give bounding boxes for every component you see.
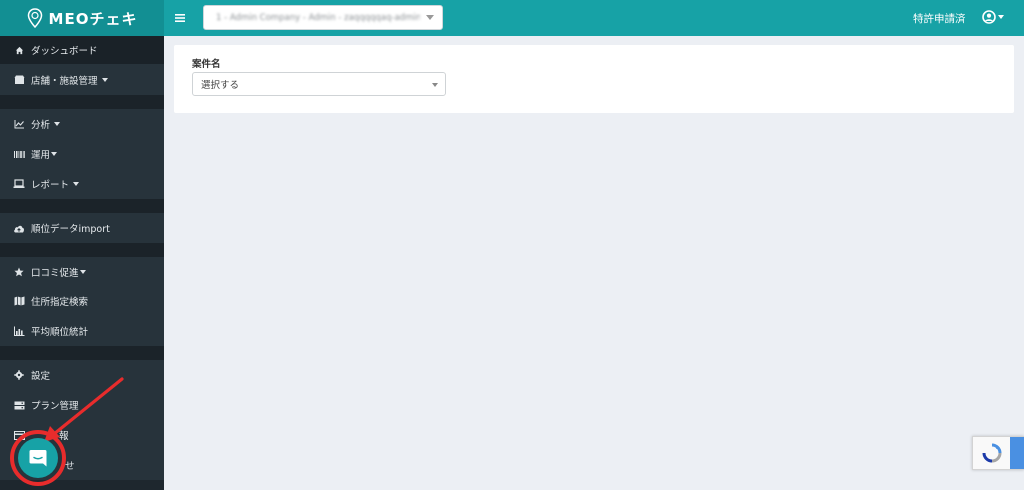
server-icon (13, 399, 25, 411)
sidebar-item-label: 住所指定検索 (31, 297, 89, 308)
caret-down-icon (51, 152, 58, 156)
sidebar-item-operations[interactable]: 運用 (0, 139, 164, 169)
recaptcha-logo (973, 437, 1010, 469)
recaptcha-icon (982, 443, 1002, 463)
top-navbar: MEOチェキ 1 - Admin Company - Admin - zaqqq… (0, 0, 1024, 36)
caret-down-icon (79, 269, 86, 274)
sidebar-item-label: せ (65, 461, 75, 472)
user-menu[interactable] (982, 7, 1006, 27)
company-select[interactable]: 1 - Admin Company - Admin - zaqqqqqaq-ad… (203, 5, 443, 30)
home-icon (13, 44, 25, 56)
sidebar-item-label: ダッシュボード (31, 46, 98, 57)
patent-pending-link[interactable]: 特許申請済 (913, 11, 966, 26)
gear-icon (13, 369, 25, 381)
sidebar-item-label: 分析 (31, 120, 51, 131)
sidebar-divider (0, 199, 164, 213)
sidebar-item-stores[interactable]: 店舗・施設管理 (0, 64, 164, 95)
caret-down-icon (73, 182, 80, 186)
project-select-value: 選択する (201, 80, 240, 91)
project-name-label: 案件名 (192, 59, 221, 70)
map-icon (13, 295, 25, 307)
chat-launcher-button[interactable] (10, 430, 66, 486)
sidebar-divider (0, 243, 164, 257)
sidebar-item-label: 店舗・施設管理 (31, 75, 98, 87)
sidebar-item-review-promotion[interactable]: 口コミ促進 (0, 257, 164, 286)
sidebar-item-average-rank[interactable]: 平均順位統計 (0, 316, 164, 346)
sidebar-item-analysis[interactable]: 分析 (0, 109, 164, 139)
sidebar-item-reports[interactable]: レポート (0, 169, 164, 199)
sidebar-item-label: レポート (31, 180, 70, 191)
sidebar-item-label: 口コミ促進 (31, 267, 79, 279)
chat-icon (29, 450, 47, 467)
bar-chart-icon (13, 325, 25, 337)
recaptcha-badge[interactable] (972, 436, 1024, 470)
caret-down-icon (101, 77, 108, 82)
map-pin-logo-icon (27, 8, 42, 28)
laptop-icon (13, 178, 25, 190)
logo[interactable]: MEOチェキ (0, 0, 164, 36)
sidebar-item-address-search[interactable]: 住所指定検索 (0, 286, 164, 316)
menu-toggle-icon[interactable] (172, 9, 188, 27)
barcode-icon (13, 148, 25, 160)
logo-text: MEOチェキ (48, 9, 138, 28)
company-select-value: 1 - Admin Company - Admin - zaqqqqqaq-ad… (216, 12, 420, 23)
sidebar-item-dashboard[interactable]: ダッシュボード (0, 36, 164, 64)
sidebar-item-rank-import[interactable]: 順位データimport (0, 213, 164, 243)
chart-line-icon (13, 118, 25, 130)
caret-down-icon (998, 15, 1004, 19)
sidebar-divider (0, 346, 164, 360)
chevron-down-icon (426, 15, 434, 20)
sidebar-item-label: 平均順位統計 (31, 327, 89, 338)
store-icon (13, 74, 25, 86)
cloud-upload-icon (13, 222, 25, 234)
user-circle-icon (982, 10, 996, 24)
sidebar-item-label: 順位データimport (31, 224, 110, 235)
sidebar-item-label: 運用 (31, 150, 51, 161)
chevron-down-icon (432, 83, 438, 87)
sidebar-divider (0, 95, 164, 109)
star-icon (13, 266, 25, 278)
caret-down-icon (54, 122, 61, 126)
chat-bubble (18, 438, 58, 478)
recaptcha-side-panel (1010, 437, 1024, 469)
project-select[interactable]: 選択する (192, 72, 446, 96)
